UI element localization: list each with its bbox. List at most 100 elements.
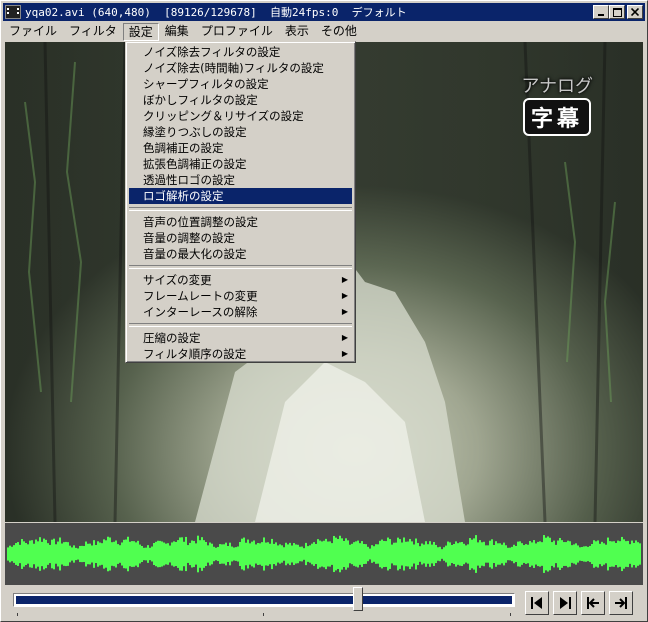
menu-item[interactable]: クリッピング＆リサイズの設定 <box>129 108 352 124</box>
menu-item[interactable]: フィルタ順序の設定 ▶ <box>129 346 352 362</box>
waveform-bar <box>245 542 247 566</box>
menu-item[interactable]: 圧縮の設定 ▶ <box>129 330 352 346</box>
submenu-arrow-icon: ▶ <box>341 275 348 284</box>
waveform-bar <box>317 539 319 569</box>
waveform-bar <box>477 542 479 566</box>
waveform-bar <box>435 544 437 564</box>
waveform-bar <box>89 543 91 565</box>
menu-item[interactable]: 縁塗りつぶしの設定 <box>129 124 352 140</box>
menu-item[interactable]: ノイズ除去フィルタの設定 <box>129 44 352 60</box>
waveform-bar <box>581 546 583 562</box>
waveform-bar <box>413 544 415 564</box>
maximize-button[interactable] <box>609 5 625 19</box>
menu-4[interactable]: プロファイル <box>195 22 279 41</box>
waveform-bar <box>557 540 559 568</box>
waveform-bar <box>73 545 75 563</box>
prev-frame-button[interactable] <box>525 591 549 615</box>
waveform-bar <box>61 543 63 565</box>
waveform-bar <box>241 538 243 570</box>
menu-3[interactable]: 編集 <box>159 22 195 41</box>
menu-item[interactable]: 音量の最大化の設定 <box>129 246 352 262</box>
waveform-bar <box>57 541 59 567</box>
waveform-bar <box>429 541 431 567</box>
title-bar[interactable]: yqa02.avi (640,480) [89126/129678] 自動24f… <box>3 3 645 21</box>
waveform-bar <box>11 546 13 562</box>
waveform-bar <box>415 538 417 570</box>
waveform-bar <box>285 542 287 566</box>
menu-item[interactable]: 音量の調整の設定 <box>129 230 352 246</box>
menu-1[interactable]: フィルタ <box>63 22 123 41</box>
menu-6[interactable]: その他 <box>315 22 363 41</box>
waveform-bar <box>301 546 303 562</box>
menu-2[interactable]: 設定 <box>122 22 159 41</box>
menu-item[interactable]: シャープフィルタの設定 <box>129 76 352 92</box>
menu-item-label: 圧縮の設定 <box>143 331 201 345</box>
close-button[interactable] <box>627 5 643 19</box>
film-icon[interactable] <box>5 5 21 19</box>
next-keyframe-icon <box>615 597 627 609</box>
waveform-bar <box>47 543 49 565</box>
waveform-bar <box>455 541 457 567</box>
waveform-bar <box>229 542 231 566</box>
waveform-bar <box>341 538 343 570</box>
menu-item[interactable]: 透過性ロゴの設定 <box>129 172 352 188</box>
waveform-bar <box>213 546 215 562</box>
waveform-bar <box>287 544 289 564</box>
waveform-bar <box>315 543 317 565</box>
waveform-bar <box>331 543 333 565</box>
waveform-bar <box>255 544 257 564</box>
waveform-bar <box>441 549 443 559</box>
waveform-bar <box>259 543 261 565</box>
menu-item[interactable]: ノイズ除去(時間軸)フィルタの設定 <box>129 60 352 76</box>
waveform-bar <box>135 542 137 566</box>
menu-5[interactable]: 表示 <box>279 22 315 41</box>
menu-item-label: クリッピング＆リサイズの設定 <box>143 109 304 123</box>
waveform-bar <box>175 541 177 567</box>
menu-item[interactable]: ぼかしフィルタの設定 <box>129 92 352 108</box>
menu-item[interactable]: 色調補正の設定 <box>129 140 352 156</box>
menu-item-label: インターレースの解除 <box>143 305 258 319</box>
waveform-bar <box>9 545 11 563</box>
waveform-bar <box>451 544 453 564</box>
waveform-graph <box>7 535 641 573</box>
waveform-bar <box>407 541 409 567</box>
prev-keyframe-button[interactable] <box>581 591 605 615</box>
waveform-bar <box>425 541 427 567</box>
next-frame-button[interactable] <box>553 591 577 615</box>
menu-item[interactable]: 音声の位置調整の設定 <box>129 214 352 230</box>
menu-item[interactable]: インターレースの解除 ▶ <box>129 304 352 320</box>
waveform-bar <box>367 546 369 562</box>
menu-item[interactable]: サイズの変更 ▶ <box>129 272 352 288</box>
waveform-bar <box>117 544 119 564</box>
waveform-bar <box>65 541 67 567</box>
seek-thumb[interactable] <box>352 587 363 611</box>
waveform-bar <box>459 542 461 566</box>
waveform-bar <box>235 547 237 561</box>
minimize-button[interactable] <box>593 5 609 19</box>
osd-subtitle-badge: 字幕 <box>522 98 591 136</box>
menu-item-label: フィルタ順序の設定 <box>143 347 247 361</box>
waveform-bar <box>623 539 625 569</box>
seek-bar[interactable] <box>5 587 517 619</box>
menu-0[interactable]: ファイル <box>3 22 63 41</box>
waveform-bar <box>231 546 233 562</box>
waveform-bar <box>25 542 27 566</box>
menu-item[interactable]: 拡張色調補正の設定 <box>129 156 352 172</box>
menu-item[interactable]: フレームレートの変更 ▶ <box>129 288 352 304</box>
menu-separator <box>129 323 352 327</box>
waveform-bar <box>265 542 267 566</box>
waveform-bar <box>351 543 353 565</box>
waveform-bar <box>281 545 283 563</box>
waveform-bar <box>389 539 391 569</box>
waveform-bar <box>449 542 451 566</box>
waveform-bar <box>39 537 41 571</box>
next-keyframe-button[interactable] <box>609 591 633 615</box>
minimize-icon <box>598 14 604 16</box>
seek-track[interactable] <box>13 593 515 607</box>
waveform-bar <box>271 538 273 570</box>
waveform-bar <box>221 544 223 564</box>
menu-item[interactable]: ロゴ解析の設定 <box>129 188 352 204</box>
waveform-bar <box>567 540 569 568</box>
waveform-bar <box>67 542 69 566</box>
waveform-bar <box>77 548 79 560</box>
